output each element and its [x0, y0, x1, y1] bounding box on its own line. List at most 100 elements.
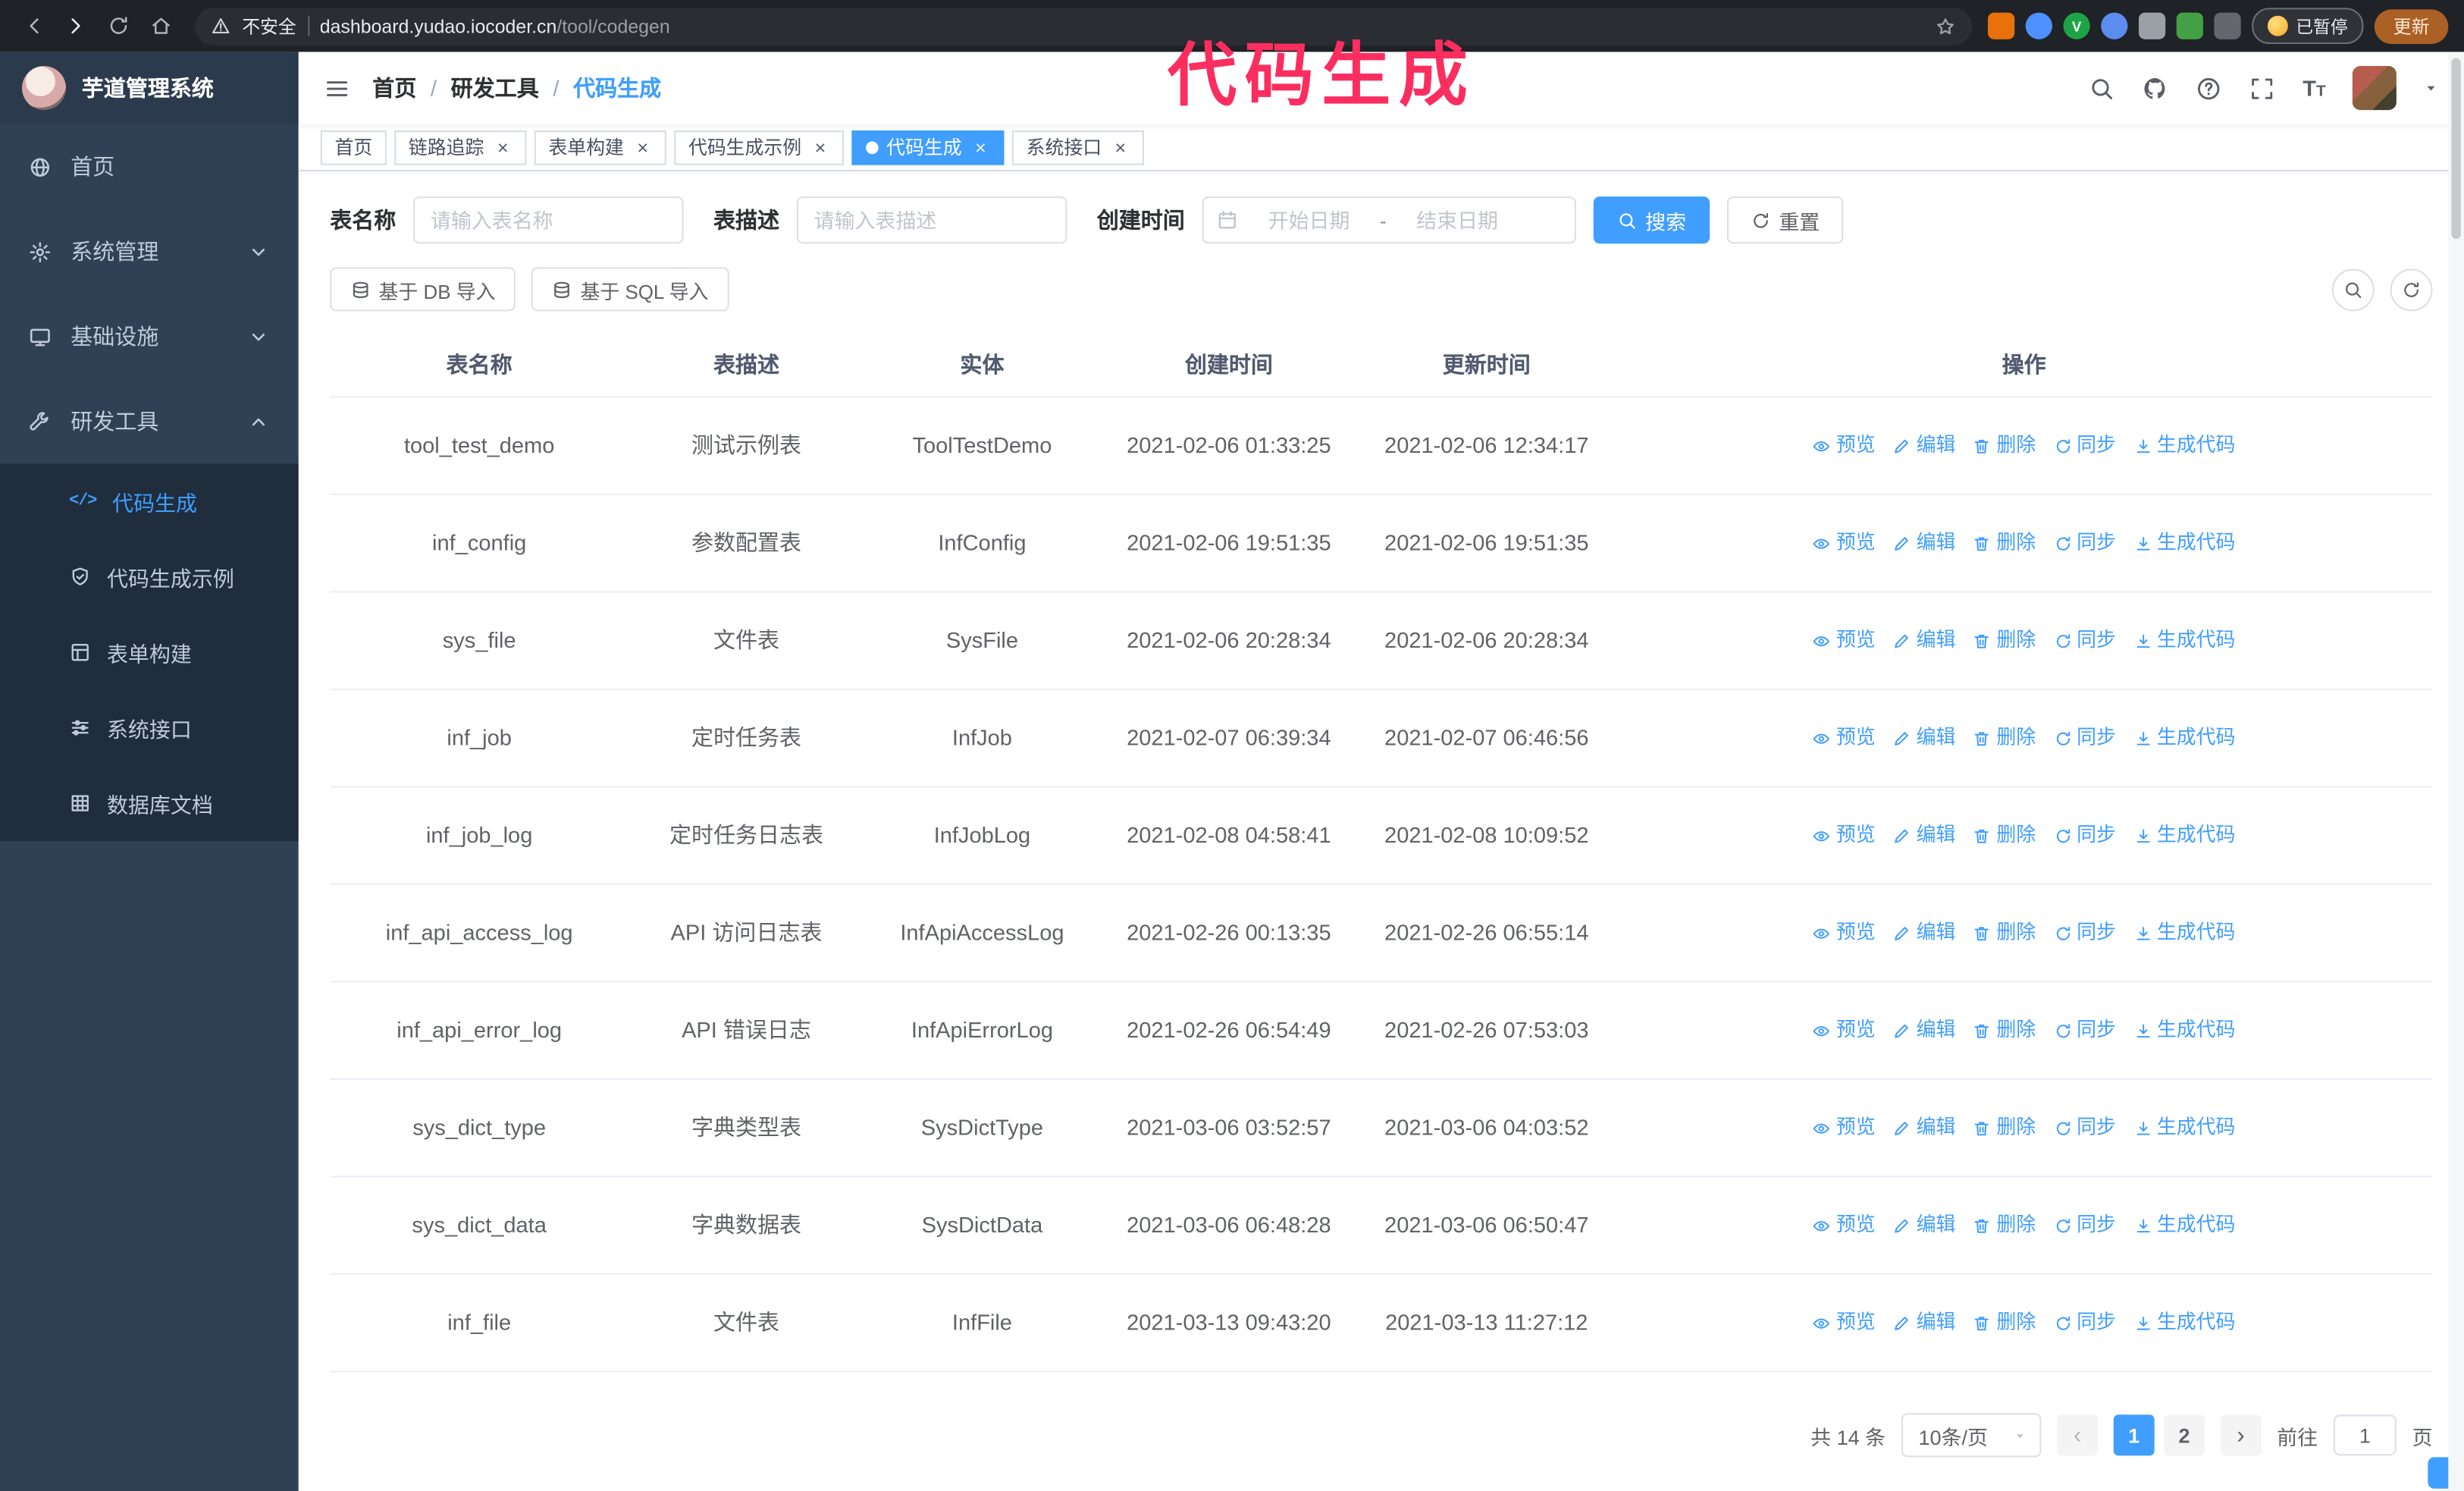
card-extension-icon[interactable] — [2138, 12, 2166, 39]
table-desc-input[interactable] — [796, 196, 1067, 244]
action-delete-link[interactable]: 删除 — [1973, 821, 2036, 850]
action-preview-link[interactable]: 预览 — [1813, 1308, 1876, 1338]
action-sync-link[interactable]: 同步 — [2053, 1113, 2116, 1143]
tab-codegen[interactable]: 代码生成 — [851, 129, 1005, 165]
profile-paused-badge[interactable]: 已暂停 — [2252, 8, 2364, 45]
refresh-table-button[interactable] — [2390, 268, 2433, 311]
tab-form-builder[interactable]: 表单构建 — [534, 129, 666, 165]
action-generate-code-link[interactable]: 生成代码 — [2133, 1113, 2235, 1143]
action-sync-link[interactable]: 同步 — [2053, 724, 2116, 753]
sidebar-item-infrastructure[interactable]: 基础设施 — [0, 294, 299, 379]
fullscreen-icon[interactable] — [2249, 74, 2276, 101]
action-generate-code-link[interactable]: 生成代码 — [2133, 529, 2235, 558]
action-delete-link[interactable]: 删除 — [1973, 1015, 2036, 1045]
action-delete-link[interactable]: 删除 — [1973, 1210, 2036, 1240]
action-preview-link[interactable]: 预览 — [1813, 1113, 1876, 1143]
reload-button[interactable] — [101, 8, 137, 44]
leaf-extension-icon[interactable] — [2176, 12, 2203, 39]
action-sync-link[interactable]: 同步 — [2053, 626, 2116, 655]
github-icon[interactable] — [2143, 74, 2169, 101]
action-delete-link[interactable]: 删除 — [1973, 529, 2036, 558]
check-extension-icon[interactable]: V — [2063, 12, 2090, 39]
action-generate-code-link[interactable]: 生成代码 — [2133, 1308, 2235, 1338]
font-size-icon[interactable]: TT — [2303, 75, 2325, 100]
people-extension-icon[interactable] — [2101, 12, 2128, 39]
action-delete-link[interactable]: 删除 — [1973, 724, 2036, 753]
action-sync-link[interactable]: 同步 — [2053, 529, 2116, 558]
action-sync-link[interactable]: 同步 — [2053, 821, 2116, 850]
page-size-select[interactable]: 10条/页 — [1901, 1413, 2042, 1458]
close-icon[interactable] — [632, 137, 652, 157]
user-avatar[interactable] — [2352, 66, 2397, 111]
action-edit-link[interactable]: 编辑 — [1893, 821, 1955, 850]
home-button[interactable] — [143, 8, 180, 44]
fox-extension-icon[interactable] — [1987, 12, 2015, 39]
action-preview-link[interactable]: 预览 — [1813, 918, 1876, 948]
sidebar-item-codegen-example[interactable]: 代码生成示例 — [0, 539, 299, 614]
action-delete-link[interactable]: 删除 — [1973, 1308, 2036, 1338]
toggle-search-button[interactable] — [2331, 268, 2375, 311]
sidebar-item-dev-tools[interactable]: 研发工具 — [0, 379, 299, 464]
action-edit-link[interactable]: 编辑 — [1893, 529, 1955, 558]
forward-button[interactable] — [58, 8, 95, 44]
page-scrollbar[interactable] — [2448, 52, 2464, 1491]
action-sync-link[interactable]: 同步 — [2053, 1015, 2116, 1045]
action-edit-link[interactable]: 编辑 — [1893, 626, 1955, 655]
action-preview-link[interactable]: 预览 — [1813, 529, 1876, 558]
sidebar-item-system-api[interactable]: 系统接口 — [0, 690, 299, 765]
action-edit-link[interactable]: 编辑 — [1893, 918, 1955, 948]
action-generate-code-link[interactable]: 生成代码 — [2133, 724, 2235, 753]
tab-system-api[interactable]: 系统接口 — [1011, 129, 1145, 165]
import-db-button[interactable]: 基于 DB 导入 — [330, 267, 516, 312]
action-edit-link[interactable]: 编辑 — [1893, 1113, 1955, 1143]
action-delete-link[interactable]: 删除 — [1973, 431, 2036, 460]
action-edit-link[interactable]: 编辑 — [1893, 431, 1955, 460]
action-delete-link[interactable]: 删除 — [1973, 1113, 2036, 1143]
action-delete-link[interactable]: 删除 — [1973, 918, 2036, 948]
end-date-input[interactable] — [1393, 206, 1522, 234]
close-icon[interactable] — [970, 137, 990, 157]
goto-page-input[interactable] — [2333, 1414, 2397, 1456]
action-edit-link[interactable]: 编辑 — [1893, 1210, 1955, 1240]
tab-tracing[interactable]: 链路追踪 — [394, 129, 527, 165]
action-generate-code-link[interactable]: 生成代码 — [2133, 626, 2235, 655]
back-button[interactable] — [16, 8, 52, 44]
breadcrumb-item[interactable]: 代码生成 — [573, 72, 661, 103]
sidebar-item-system-management[interactable]: 系统管理 — [0, 209, 299, 294]
date-range-picker[interactable]: - — [1202, 196, 1576, 244]
table-name-input[interactable] — [413, 196, 684, 244]
page-button-2[interactable]: 2 — [2164, 1414, 2205, 1456]
breadcrumb-item[interactable]: 研发工具 — [451, 72, 539, 103]
action-preview-link[interactable]: 预览 — [1813, 724, 1876, 753]
sidebar-toggle-icon[interactable] — [324, 74, 350, 101]
chrome-update-button[interactable]: 更新 — [2374, 8, 2449, 43]
action-sync-link[interactable]: 同步 — [2053, 918, 2116, 948]
action-edit-link[interactable]: 编辑 — [1893, 1015, 1955, 1045]
action-preview-link[interactable]: 预览 — [1813, 1015, 1876, 1045]
action-generate-code-link[interactable]: 生成代码 — [2133, 918, 2235, 948]
sidebar-item-form-builder[interactable]: 表单构建 — [0, 614, 299, 689]
avatar-caret-icon[interactable] — [2423, 80, 2439, 96]
tab-home[interactable]: 首页 — [320, 129, 387, 165]
help-icon[interactable] — [2196, 74, 2222, 101]
start-date-input[interactable] — [1244, 206, 1374, 234]
close-icon[interactable] — [1110, 137, 1130, 157]
puzzle-extension-icon[interactable] — [2214, 12, 2241, 39]
action-generate-code-link[interactable]: 生成代码 — [2133, 1210, 2235, 1240]
close-icon[interactable] — [492, 137, 513, 157]
tab-codegen-example[interactable]: 代码生成示例 — [674, 129, 845, 165]
app-logo[interactable]: 芋道管理系统 — [0, 52, 299, 124]
action-generate-code-link[interactable]: 生成代码 — [2133, 431, 2235, 460]
action-delete-link[interactable]: 删除 — [1973, 626, 2036, 655]
action-preview-link[interactable]: 预览 — [1813, 821, 1876, 850]
action-preview-link[interactable]: 预览 — [1813, 1210, 1876, 1240]
action-preview-link[interactable]: 预览 — [1813, 626, 1876, 655]
action-edit-link[interactable]: 编辑 — [1893, 724, 1955, 753]
scrollbar-thumb[interactable] — [2451, 58, 2461, 240]
search-button[interactable]: 搜索 — [1593, 196, 1710, 244]
breadcrumb-item[interactable]: 首页 — [372, 72, 416, 103]
bookmark-star-icon[interactable] — [1934, 15, 1956, 37]
import-sql-button[interactable]: 基于 SQL 导入 — [531, 267, 729, 312]
action-generate-code-link[interactable]: 生成代码 — [2133, 821, 2235, 850]
action-preview-link[interactable]: 预览 — [1813, 431, 1876, 460]
